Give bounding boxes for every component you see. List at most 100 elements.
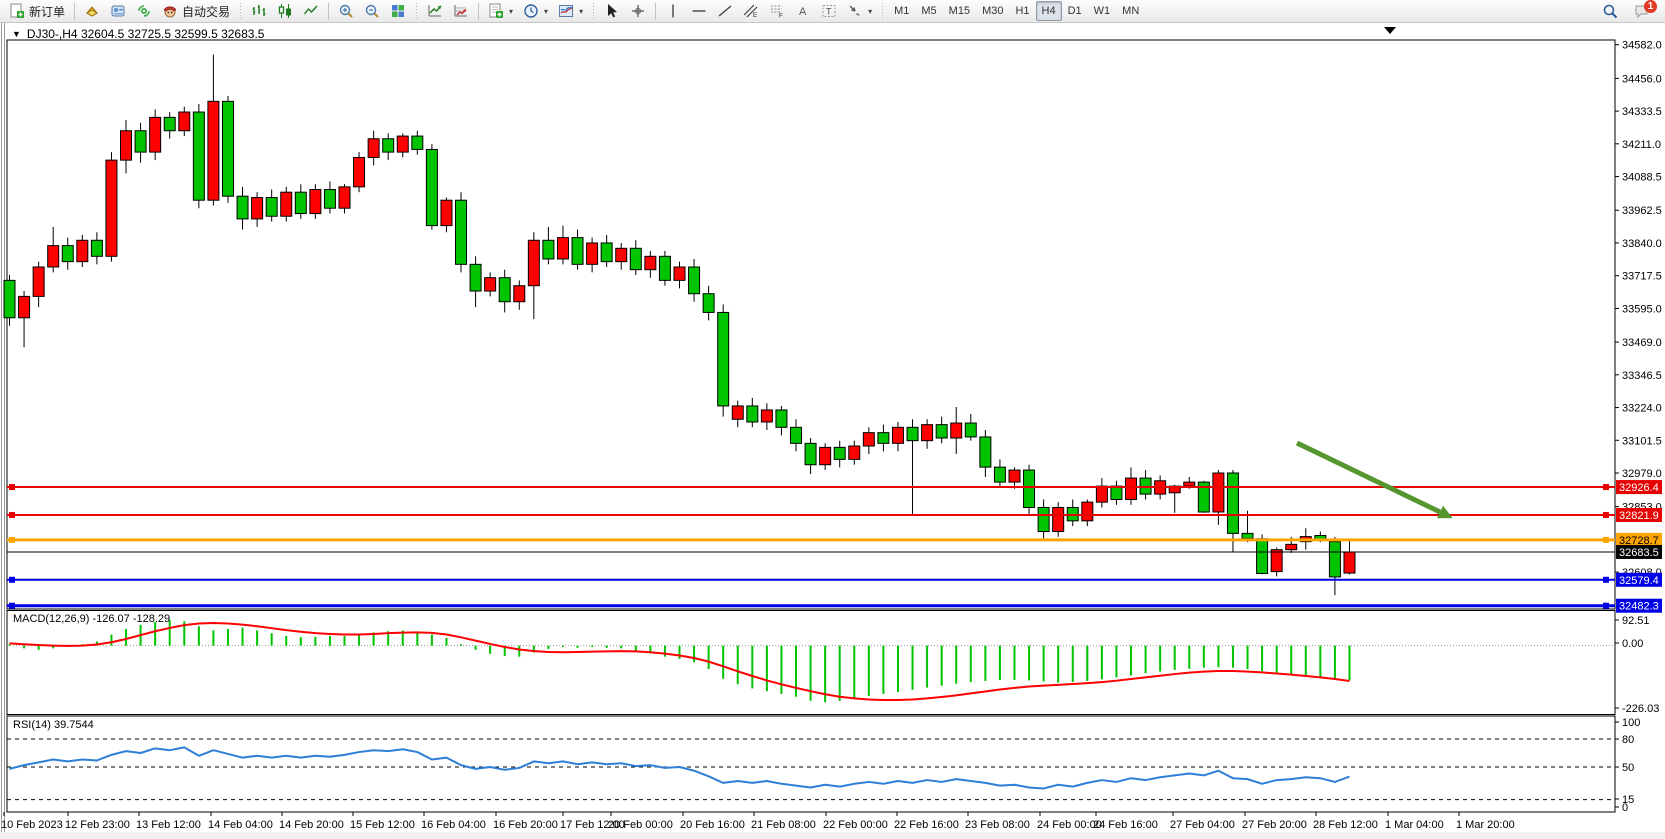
bull-candle <box>19 296 30 317</box>
price-chart-canvas[interactable]: 10 Feb 202312 Feb 23:0013 Feb 12:0014 Fe… <box>0 23 1665 832</box>
templates-button[interactable]: ▾ <box>553 1 588 21</box>
bear-candle <box>62 246 73 262</box>
bear-candle <box>689 267 700 294</box>
line-handle-right[interactable] <box>1603 484 1609 490</box>
rsi-pane[interactable] <box>7 716 1615 812</box>
indicator-new-window-button[interactable] <box>448 1 474 21</box>
timeframe-button-mn[interactable]: MN <box>1116 1 1145 21</box>
search-button[interactable] <box>1597 1 1623 21</box>
fibonacci-tool-button[interactable]: F <box>764 1 790 21</box>
tile-windows-button[interactable] <box>385 1 411 21</box>
cursor-tool-button[interactable] <box>599 1 625 21</box>
date-axis-label: 27 Feb 20:00 <box>1242 819 1307 831</box>
timeframe-button-w1[interactable]: W1 <box>1088 1 1117 21</box>
navigator-icon <box>136 3 152 19</box>
date-axis-label: 13 Feb 12:00 <box>136 819 201 831</box>
line-handle-right[interactable] <box>1603 537 1609 543</box>
line-chart-icon <box>303 3 319 19</box>
vline-tool-button[interactable] <box>660 1 686 21</box>
dropdown-caret-icon: ▾ <box>509 7 513 16</box>
zoom-in-button[interactable] <box>333 1 359 21</box>
market-watch-icon <box>84 3 100 19</box>
chart-line-button[interactable] <box>298 1 324 21</box>
price-axis-label: 33346.5 <box>1622 370 1662 382</box>
bear-candle <box>805 443 816 464</box>
timeframe-button-m30[interactable]: M30 <box>976 1 1009 21</box>
line-handle-left[interactable] <box>9 603 15 609</box>
text-tool-button[interactable]: A <box>790 1 816 21</box>
line-handle-right[interactable] <box>1603 512 1609 518</box>
new-order-button[interactable]: 新订单 <box>4 1 70 21</box>
bull-candle <box>441 200 452 225</box>
price-axis-label: 33224.0 <box>1622 403 1662 415</box>
navigator-button[interactable] <box>131 1 157 21</box>
timeframe-button-m15[interactable]: M15 <box>943 1 976 21</box>
hline-tool-button[interactable] <box>686 1 712 21</box>
price-axis-label: 32979.0 <box>1622 468 1662 480</box>
price-tag-label: 32482.3 <box>1619 601 1659 613</box>
autotrade-button[interactable]: 自动交易 <box>157 1 235 21</box>
candlestick-chart-icon <box>277 3 293 19</box>
timeframe-toolbar: M1M5M15M30H1H4D1W1MN <box>888 1 1145 21</box>
svg-text:T: T <box>826 7 832 17</box>
timeframe-button-m5[interactable]: M5 <box>915 1 942 21</box>
bear-candle <box>776 410 787 427</box>
arrow-objects-icon <box>847 3 863 19</box>
bear-candle <box>1024 470 1035 507</box>
bull-candle <box>951 423 962 438</box>
bull-candle <box>863 433 874 446</box>
price-axis-label: 34582.0 <box>1622 40 1662 52</box>
date-axis-label: 22 Feb 00:00 <box>823 819 888 831</box>
toolbar-separator <box>74 3 75 20</box>
bear-candle <box>91 240 102 256</box>
trendline-tool-button[interactable] <box>712 1 738 21</box>
line-handle-right[interactable] <box>1603 577 1609 583</box>
line-handle-left[interactable] <box>9 577 15 583</box>
timeframe-button-h4[interactable]: H4 <box>1036 1 1062 21</box>
price-axis-label: 33962.5 <box>1622 205 1662 217</box>
line-handle-right[interactable] <box>1603 603 1609 609</box>
bull-candle <box>339 187 350 208</box>
bear-candle <box>324 190 335 209</box>
date-axis-label: 22 Feb 16:00 <box>894 819 959 831</box>
data-window-button[interactable] <box>105 1 131 21</box>
bear-candle <box>630 248 641 269</box>
tile-windows-icon <box>390 3 406 19</box>
date-axis-label: 20 Feb 00:00 <box>608 819 673 831</box>
chart-bars-button[interactable] <box>246 1 272 21</box>
template-icon <box>558 3 574 19</box>
timeframe-button-d1[interactable]: D1 <box>1062 1 1088 21</box>
bull-candle <box>1271 550 1282 572</box>
bear-candle <box>470 264 481 291</box>
line-handle-left[interactable] <box>9 512 15 518</box>
indicator-in-chart-button[interactable] <box>422 1 448 21</box>
svg-text:E: E <box>753 13 757 19</box>
label-tool-button[interactable]: T <box>816 1 842 21</box>
date-axis-label: 14 Feb 04:00 <box>208 819 273 831</box>
bull-candle <box>1009 470 1020 482</box>
bear-candle <box>878 433 889 444</box>
date-axis-label: 28 Feb 12:00 <box>1313 819 1378 831</box>
timeframe-button-h1[interactable]: H1 <box>1009 1 1035 21</box>
bull-candle <box>849 446 860 459</box>
channel-tool-button[interactable]: E <box>738 1 764 21</box>
zoom-out-button[interactable] <box>359 1 385 21</box>
date-axis-label: 15 Feb 12:00 <box>350 819 415 831</box>
bear-candle <box>4 280 15 317</box>
trendline-icon <box>717 3 733 19</box>
bull-candle <box>645 256 656 269</box>
chart-candles-button[interactable] <box>272 1 298 21</box>
bull-candle <box>397 136 408 152</box>
main-price-pane[interactable] <box>7 40 1615 609</box>
autoscroll-marker-icon[interactable] <box>1384 27 1396 34</box>
notifications-button[interactable]: 1 <box>1629 1 1655 21</box>
arrows-tool-button[interactable]: ▾ <box>842 1 877 21</box>
periods-button[interactable]: ▾ <box>518 1 553 21</box>
line-handle-left[interactable] <box>9 484 15 490</box>
line-handle-left[interactable] <box>9 537 15 543</box>
crosshair-tool-button[interactable] <box>625 1 651 21</box>
add-indicator-button[interactable]: ▾ <box>483 1 518 21</box>
timeframe-button-m1[interactable]: M1 <box>888 1 915 21</box>
bull-candle <box>892 427 903 443</box>
market-watch-button[interactable] <box>79 1 105 21</box>
